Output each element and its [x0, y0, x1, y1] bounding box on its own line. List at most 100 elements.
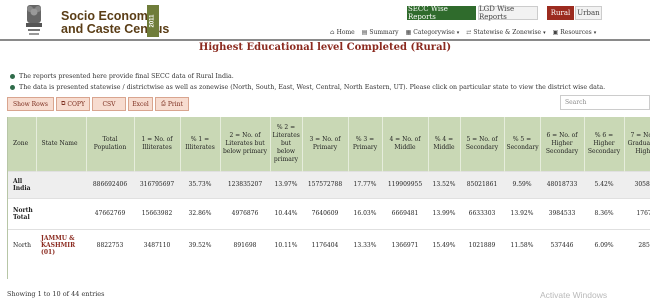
table-cell: 48018733 — [540, 170, 584, 198]
column-header[interactable]: 7 = No. of Graduate or Higher — [624, 117, 650, 171]
table-cell: 3984533 — [540, 197, 584, 229]
table-row: North Total 47662769 15663982 32.86% 497… — [8, 197, 650, 229]
report-notes: The reports presented here provide final… — [10, 71, 605, 93]
table-cell: 6633303 — [460, 197, 504, 229]
table-cell: 4976876 — [220, 197, 270, 229]
resources-icon: ▣ — [552, 29, 559, 36]
table-cell: 13.99% — [428, 197, 460, 229]
table-row: North JAMMU & KASHMIR (01) 8822753 34871… — [8, 228, 650, 262]
column-header[interactable]: 4 = No. of Middle — [382, 117, 429, 171]
home-icon: ⌂ — [330, 29, 335, 36]
table-cell: 6669481 — [382, 197, 428, 229]
table-cell: 3487110 — [134, 228, 180, 262]
column-header[interactable]: State Name — [36, 117, 87, 171]
column-header[interactable]: % 2 = Literates but below primary — [270, 117, 303, 171]
table-cell: 11.58% — [504, 228, 540, 262]
table-cell: 47662769 — [86, 197, 134, 229]
column-header[interactable]: 2 = No. of Literates but below primary — [220, 117, 271, 171]
table-cell: 13.52% — [428, 170, 460, 198]
column-header[interactable]: 6 = No. of Higher Secondary — [540, 117, 585, 171]
education-table-container: Zone State Name Total Population 1 = No.… — [7, 117, 650, 279]
summary-icon: ▤ — [361, 29, 368, 36]
excel-button[interactable]: Excel — [128, 97, 153, 111]
table-cell: 9.59% — [504, 170, 540, 198]
header-divider — [0, 39, 650, 41]
table-cell: All India — [8, 170, 36, 198]
table-cell: 886692406 — [86, 170, 134, 198]
nav-statewise-zonewise[interactable]: ⇄ Statewise & Zonewise ▾ — [466, 27, 545, 38]
bullet-icon — [10, 85, 15, 90]
bullet-icon — [10, 74, 15, 79]
education-table: Zone State Name Total Population 1 = No.… — [8, 117, 650, 262]
lgd-wise-reports-button[interactable]: LGD Wise Reports — [478, 5, 538, 21]
column-header[interactable]: % 4 = Middle — [428, 117, 461, 171]
column-header[interactable]: Zone — [8, 117, 37, 171]
note-item: The data is presented statewise / distri… — [10, 82, 605, 93]
show-rows-button[interactable]: Show Rows — [7, 97, 54, 111]
print-icon: ⎙ — [161, 100, 166, 107]
table-cell: 39.52% — [180, 228, 220, 262]
table-cell: 13.33% — [348, 228, 382, 262]
table-cell: 10.11% — [270, 228, 302, 262]
print-button[interactable]: ⎙ Print — [155, 97, 189, 111]
table-cell: 1366971 — [382, 228, 428, 262]
table-cell: 1021889 — [460, 228, 504, 262]
table-cell — [36, 197, 86, 229]
main-nav: ⌂ Home ▤ Summary ▦ Categorywise ▾ ⇄ Stat… — [330, 27, 603, 38]
statewise-icon: ⇄ — [466, 29, 472, 36]
table-cell: 17679 — [624, 197, 650, 229]
nav-home[interactable]: ⌂ Home — [330, 27, 355, 38]
column-header[interactable]: Total Population — [86, 117, 135, 171]
table-row: All India 886692406 316795697 35.73% 123… — [8, 170, 650, 198]
column-header[interactable]: % 6 = Higher Secondary — [584, 117, 625, 171]
column-header[interactable]: 5 = No. of Secondary — [460, 117, 505, 171]
table-cell: 8822753 — [86, 228, 134, 262]
table-cell: 16.03% — [348, 197, 382, 229]
table-header-row: Zone State Name Total Population 1 = No.… — [8, 117, 650, 171]
table-cell: 5.42% — [584, 170, 624, 198]
table-cell: 35.73% — [180, 170, 220, 198]
column-header[interactable]: % 3 = Primary — [348, 117, 383, 171]
table-cell — [36, 170, 86, 198]
table-cell: 316795697 — [134, 170, 180, 198]
table-info: Showing 1 to 10 of 44 entries — [7, 290, 105, 298]
table-cell: 17.77% — [348, 170, 382, 198]
national-emblem-icon — [26, 5, 42, 35]
search-input[interactable]: Search — [560, 95, 650, 110]
table-cell: 15663982 — [134, 197, 180, 229]
csv-button[interactable]: CSV — [92, 97, 126, 111]
table-cell: 119909955 — [382, 170, 428, 198]
column-header[interactable]: % 5 = Secondary — [504, 117, 541, 171]
table-cell: 7640609 — [302, 197, 348, 229]
column-header[interactable]: 3 = No. of Primary — [302, 117, 349, 171]
table-cell: 8.36% — [584, 197, 624, 229]
copy-button[interactable]: ⧉ COPY — [56, 97, 90, 111]
nav-categorywise[interactable]: ▦ Categorywise ▾ — [406, 27, 460, 38]
urban-button[interactable]: Urban — [575, 6, 602, 20]
rural-button[interactable]: Rural — [547, 6, 574, 20]
table-cell: 1176404 — [302, 228, 348, 262]
table-cell: 10.44% — [270, 197, 302, 229]
secc-wise-reports-button[interactable]: SECC Wise Reports — [407, 5, 476, 21]
table-cell: 15.49% — [428, 228, 460, 262]
note-item: The reports presented here provide final… — [10, 71, 605, 82]
site-header: Socio Economic and Caste Census 2011 SEC… — [0, 0, 650, 40]
table-cell: 13.97% — [270, 170, 302, 198]
category-icon: ▦ — [405, 29, 412, 36]
copy-icon: ⧉ — [61, 100, 66, 107]
table-cell: North — [8, 228, 36, 262]
nav-summary[interactable]: ▤ Summary — [362, 27, 399, 38]
chevron-down-icon: ▾ — [543, 29, 546, 36]
nav-resources[interactable]: ▣ Resources ▾ — [553, 27, 597, 38]
table-cell: 2858 — [624, 228, 650, 262]
table-cell: 157572788 — [302, 170, 348, 198]
table-cell: 32.86% — [180, 197, 220, 229]
chevron-down-icon: ▾ — [593, 29, 597, 36]
column-header[interactable]: % 1 = Illiterates — [180, 117, 221, 171]
table-cell: 891698 — [220, 228, 270, 262]
table-cell: 85021861 — [460, 170, 504, 198]
table-cell: 537446 — [540, 228, 584, 262]
table-cell: North Total — [8, 197, 36, 229]
state-link[interactable]: JAMMU & KASHMIR (01) — [36, 228, 86, 262]
column-header[interactable]: 1 = No. of Illiterates — [134, 117, 181, 171]
